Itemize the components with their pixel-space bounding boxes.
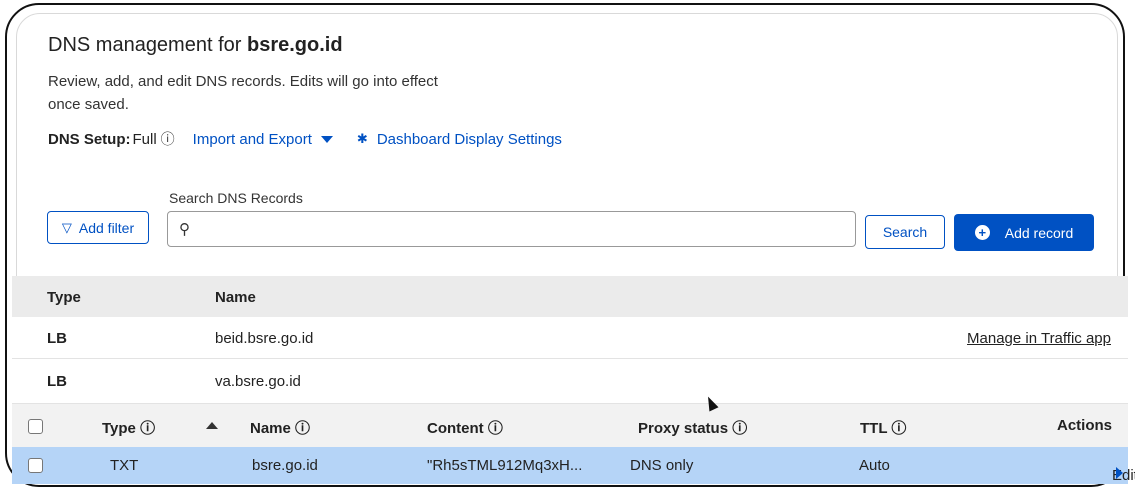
dns-setup-label: DNS Setup: [48,130,131,148]
record-type: TXT [110,457,139,474]
add-record-button[interactable]: + Add record [954,214,1094,251]
dns-setup-value: Full [132,130,157,148]
records-table-header: Type ⓘ Name ⓘ Content ⓘ Proxy status ⓘ T… [12,404,1128,447]
column-header-content[interactable]: Content ⓘ [427,417,503,438]
table-row: LB va.bsre.go.id [12,359,1128,404]
search-label: Search DNS Records [169,190,303,206]
record-name: bsre.go.id [252,457,318,474]
plus-icon: + [974,225,990,240]
record-content: "Rh5sTML912Mq3xH... [427,457,583,474]
row-name: beid.bsre.go.id [215,330,314,347]
column-header-name[interactable]: Name ⓘ [250,417,310,438]
dashboard-display-settings-link[interactable]: ✱ Dashboard Display Settings [357,131,562,148]
manage-in-traffic-app-link[interactable]: Manage in Traffic app [967,330,1111,347]
column-header-ttl[interactable]: TTL ⓘ [860,417,906,438]
column-header-proxy-status[interactable]: Proxy status ⓘ [638,417,747,438]
sort-up-icon[interactable] [206,422,218,429]
add-filter-label: Add filter [78,219,135,236]
info-icon[interactable]: ⓘ [161,129,175,149]
table-row[interactable]: TXT bsre.go.id "Rh5sTML912Mq3xH... DNS o… [12,447,1135,484]
gear-icon: ✱ [356,131,368,146]
record-ttl: Auto [859,457,890,474]
add-filter-button[interactable]: ▽ Add filter [47,211,149,244]
dns-setup-row: DNS Setup: Full ⓘ Import and Export ✱ Da… [48,128,562,150]
title-prefix: DNS management for [48,34,247,56]
row-checkbox[interactable] [28,458,43,473]
column-header-type: Type [47,289,81,306]
domain-name: bsre.go.id [246,34,343,56]
page-description: Review, add, and edit DNS records. Edits… [48,73,438,113]
search-icon: ⚲ [179,221,190,238]
column-header-actions: Actions [1056,417,1112,434]
page-title: DNS management for bsre.go.id [48,34,343,57]
row-name: va.bsre.go.id [215,373,301,390]
add-record-label: Add record [1004,224,1074,241]
import-export-dropdown[interactable]: Import and Export [193,131,333,148]
dashboard-settings-label: Dashboard Display Settings [376,130,562,148]
caret-down-icon [320,135,333,143]
row-type: LB [47,373,67,390]
search-input[interactable]: ⚲ [167,211,856,247]
lb-table-header: Type Name [12,276,1128,317]
column-header-name: Name [215,289,256,306]
caret-right-icon [1116,467,1123,479]
select-all-checkbox[interactable] [28,419,43,434]
table-row: LB beid.bsre.go.id Manage in Traffic app [12,317,1128,359]
search-button[interactable]: Search [865,215,945,249]
row-type: LB [47,330,67,347]
column-header-type[interactable]: Type ⓘ [102,417,155,438]
record-proxy-status: DNS only [630,457,694,474]
import-export-label: Import and Export [192,130,312,148]
funnel-icon: ▽ [61,219,72,235]
